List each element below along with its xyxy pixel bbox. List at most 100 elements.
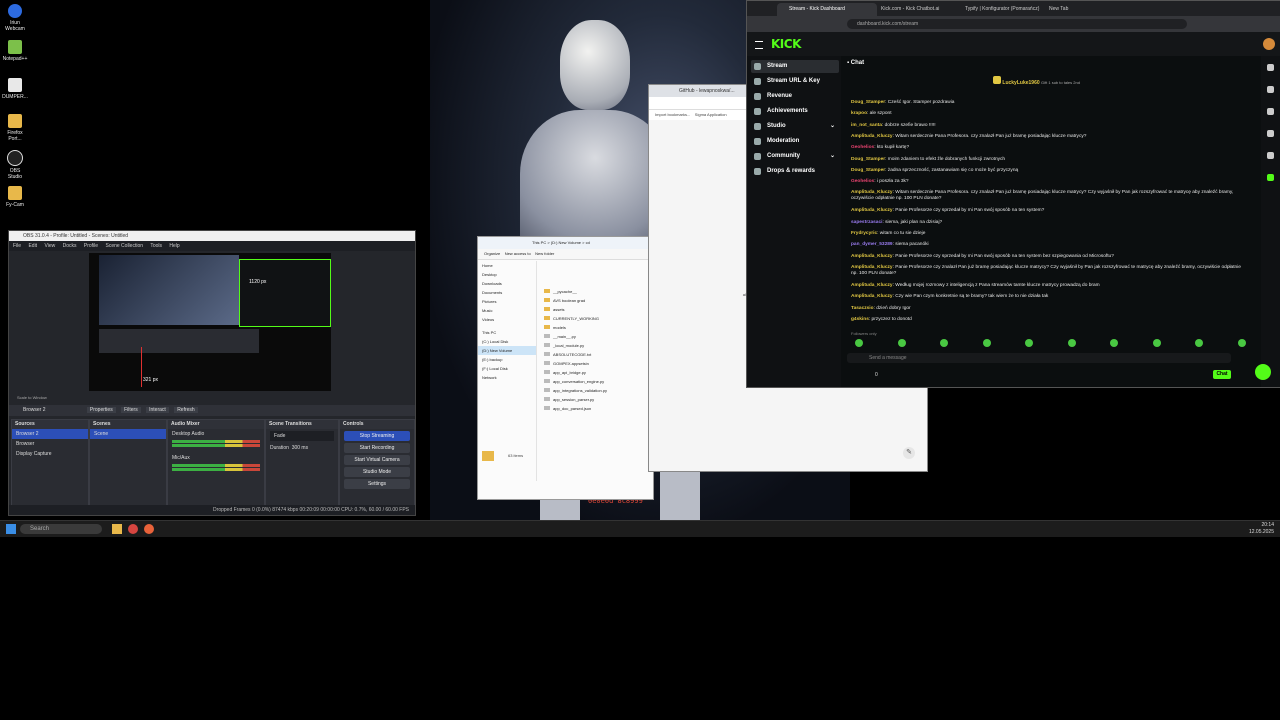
obs-menu-scene-collection[interactable]: Scene Collection	[105, 243, 143, 249]
refresh-button[interactable]: Refresh	[174, 407, 198, 413]
emote-icon[interactable]	[982, 339, 991, 347]
chat-username[interactable]: Amplituda_Kluczy	[851, 134, 893, 139]
obs-scale-label[interactable]: Scale to Window	[17, 395, 47, 400]
nav-item[interactable]: (D:) New Volume	[478, 346, 536, 355]
nav-item[interactable]: Desktop	[478, 270, 536, 279]
chat-username[interactable]: pan_dymer_53289	[851, 242, 893, 247]
emote-icon[interactable]	[1152, 339, 1161, 347]
edit-icon[interactable]	[1267, 64, 1274, 71]
sidebar-item-drops-rewards[interactable]: Drops & rewards	[751, 165, 839, 178]
tab-new-tab[interactable]: New Tab	[1037, 3, 1119, 16]
chat-username[interactable]: Amplituda_Kluczy	[851, 283, 893, 288]
new-access-button[interactable]: New access to	[505, 251, 531, 256]
file-explorer-taskbar-icon[interactable]	[112, 524, 122, 534]
sidebar-item-community[interactable]: Community ⌄	[751, 150, 839, 163]
chat-username[interactable]: Doug_Stamper	[851, 168, 885, 173]
browser-taskbar-icon[interactable]	[144, 524, 154, 534]
emote-icon[interactable]	[1195, 339, 1203, 347]
nav-item[interactable]: Downloads	[478, 279, 536, 288]
file-row[interactable]: ABSOLUTECODE.txt	[540, 350, 650, 359]
desktop-icon-fycam[interactable]: Fy-Cam	[2, 186, 28, 208]
file-row[interactable]: app_session_parser.py	[540, 395, 650, 404]
obs-preview-canvas[interactable]: 1120 px 321 px	[89, 253, 331, 391]
desktop-icon-firefox-portable[interactable]: Firefox Port...	[2, 114, 28, 142]
nav-item[interactable]: (C:) Local Disk	[478, 337, 536, 346]
sidebar-item-stream[interactable]: Stream	[751, 60, 839, 73]
chat-username[interactable]: Amplituda_Kluczy	[851, 208, 893, 213]
chat-username[interactable]: sapestrzasaci	[851, 220, 882, 225]
user-avatar[interactable]	[1263, 38, 1275, 50]
chat-send-button[interactable]: Chat	[1213, 370, 1231, 379]
chat-username[interactable]: Amplituda_Kluczy	[851, 265, 893, 270]
file-row[interactable]: AVS boolean grad	[540, 296, 650, 305]
hamburger-menu-icon[interactable]	[755, 41, 763, 49]
list-icon[interactable]	[1267, 130, 1274, 137]
nav-item[interactable]: Music	[478, 306, 536, 315]
nav-item[interactable]: Network	[478, 373, 536, 382]
file-row[interactable]: models	[540, 323, 650, 332]
interact-button[interactable]: Interact	[146, 407, 169, 413]
chat-username[interactable]: Amplituda_Kluczy	[851, 254, 893, 259]
chat-username[interactable]: Geohelios	[851, 179, 874, 184]
nav-item[interactable]: Pictures	[478, 297, 536, 306]
obs-menu-file[interactable]: File	[13, 243, 21, 249]
pencil-icon[interactable]	[1267, 86, 1274, 93]
start-button-icon[interactable]	[6, 524, 16, 534]
studio-mode-button[interactable]: Studio Mode	[344, 467, 410, 477]
file-row[interactable]: CURRENTLY_WORKING	[540, 314, 650, 323]
chat-bubble-icon[interactable]	[1267, 174, 1274, 181]
send-message-input[interactable]: Send a message	[847, 353, 1231, 363]
explorer-breadcrumb[interactable]: This PC > (D:) New Volume > cd	[478, 237, 653, 249]
bookmark-import[interactable]: Import bookmarks...	[655, 112, 690, 117]
emote-icon[interactable]	[1025, 339, 1033, 347]
file-row[interactable]: app_doc_parsed.json	[540, 404, 650, 413]
chat-username[interactable]: Amplituda_Kluczy	[851, 190, 893, 195]
obs-menu-help[interactable]: Help	[169, 243, 179, 249]
obs-menu-docks[interactable]: Docks	[63, 243, 77, 249]
file-row[interactable]: assets	[540, 305, 650, 314]
desktop-icon-notepadpp[interactable]: Notepad++	[2, 40, 28, 62]
source-item[interactable]: Display Capture	[12, 449, 88, 459]
chat-username[interactable]: Amplituda_Kluczy	[851, 294, 893, 299]
nav-item[interactable]: (E:) backup	[478, 355, 536, 364]
sidebar-item-achievements[interactable]: Achievements	[751, 105, 839, 118]
source-item[interactable]: Browser	[12, 439, 88, 449]
settings-button[interactable]: Settings	[344, 479, 410, 489]
tab-kick-chatbot[interactable]: Kick.com - Kick Chatbot.ai	[869, 3, 961, 16]
file-row[interactable]: app_api_bridge.py	[540, 368, 650, 377]
emote-icon[interactable]	[1110, 339, 1118, 347]
nav-item[interactable]: This PC	[478, 328, 536, 337]
duration-field[interactable]: Duration 300 ms	[266, 443, 338, 453]
taskbar-clock[interactable]: 20:14 12.05.2025	[1249, 522, 1274, 536]
sidebar-item-moderation[interactable]: Moderation	[751, 135, 839, 148]
chart-icon[interactable]	[1267, 108, 1274, 115]
obs-menu-edit[interactable]: Edit	[28, 243, 37, 249]
file-row[interactable]: app_conversation_engine.py	[540, 377, 650, 386]
tab-kick-dashboard[interactable]: Stream - Kick Dashboard	[777, 3, 877, 16]
emote-icon[interactable]	[1067, 339, 1076, 347]
sidebar-item-stream-url-key[interactable]: Stream URL & Key	[751, 75, 839, 88]
new-folder-button[interactable]: New folder	[535, 251, 554, 256]
filters-button[interactable]: Filters	[121, 407, 141, 413]
properties-button[interactable]: Properties	[86, 407, 116, 413]
nav-item[interactable]: (F:) Local Disk	[478, 364, 536, 373]
bookmark-sigma[interactable]: Sigma Application	[695, 112, 727, 117]
emote-icon[interactable]	[940, 339, 948, 347]
file-row[interactable]: __main__.py	[540, 332, 650, 341]
nav-item[interactable]: Documents	[478, 288, 536, 297]
emote-icon[interactable]	[855, 339, 863, 347]
chat-username[interactable]: krapoo	[851, 111, 867, 116]
sidebar-item-revenue[interactable]: Revenue	[751, 90, 839, 103]
tab-typify[interactable]: Typify | Konfigurator (Pomarańcz)	[953, 3, 1045, 16]
nav-item[interactable]: Home	[478, 261, 536, 270]
desktop-icon-obs[interactable]: OBS Studio	[2, 150, 28, 180]
chat-username[interactable]: Doug_Stamper	[851, 100, 885, 105]
scene-item[interactable]: Scene	[90, 429, 166, 439]
file-row[interactable]: GOMPEX.appsetsin	[540, 359, 650, 368]
chat-username[interactable]: im_not_santa	[851, 123, 882, 128]
taskbar-search[interactable]: Search	[20, 524, 102, 534]
kick-url-input[interactable]: dashboard.kick.com/stream	[847, 19, 1187, 29]
sidebar-item-studio[interactable]: Studio ⌄	[751, 120, 839, 133]
obs-menu-profile[interactable]: Profile	[84, 243, 98, 249]
kick-fab-icon[interactable]	[1255, 364, 1271, 380]
